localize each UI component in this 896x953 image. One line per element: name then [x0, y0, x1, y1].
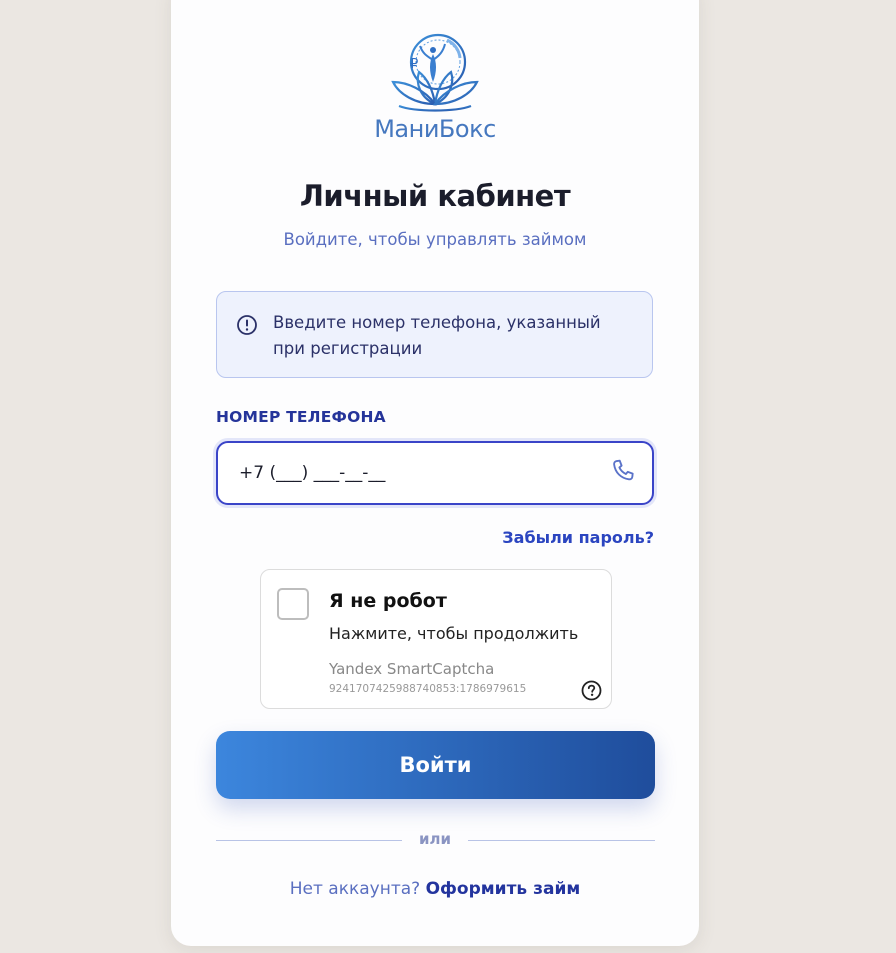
register-prompt: Нет аккаунта? Оформить займ — [171, 879, 699, 899]
phone-icon — [613, 459, 634, 481]
divider-text: или — [418, 830, 451, 848]
info-circle-icon — [237, 315, 257, 335]
forgot-password-link[interactable]: Забыли пароль? — [502, 528, 654, 547]
captcha-title: Я не робот — [329, 590, 447, 612]
page-subtitle: Войдите, чтобы управлять займом — [283, 230, 587, 249]
phone-field-label: НОМЕР ТЕЛЕФОНА — [216, 408, 386, 426]
captcha-subtitle: Нажмите, чтобы продолжить — [329, 624, 579, 643]
captcha-checkbox[interactable] — [277, 588, 309, 620]
logo: ₽ — [171, 32, 699, 114]
lotus-coin-logo-icon: ₽ — [391, 33, 479, 112]
divider-line-right — [468, 840, 655, 841]
captcha-id: 9241707425988740853:1786979615 — [329, 683, 527, 695]
phone-input[interactable] — [216, 441, 654, 505]
svg-text:₽: ₽ — [410, 57, 418, 72]
info-notice: Введите номер телефона, указанный при ре… — [216, 291, 653, 378]
captcha-widget: Я не робот Нажмите, чтобы продолжить Yan… — [260, 569, 612, 709]
info-text: Введите номер телефона, указанный при ре… — [273, 313, 601, 358]
brand-name: МаниБокс — [374, 115, 496, 143]
register-question: Нет аккаунта? — [289, 879, 421, 899]
captcha-brand: Yandex SmartCaptcha — [329, 660, 495, 678]
page-title: Личный кабинет — [299, 179, 571, 213]
register-link[interactable]: Оформить займ — [426, 879, 581, 899]
login-card: ₽ МаниБокс Личный кабинет Войдите, чтобы… — [171, 0, 699, 946]
help-icon[interactable] — [581, 680, 602, 701]
login-button[interactable]: Войти — [216, 731, 655, 799]
